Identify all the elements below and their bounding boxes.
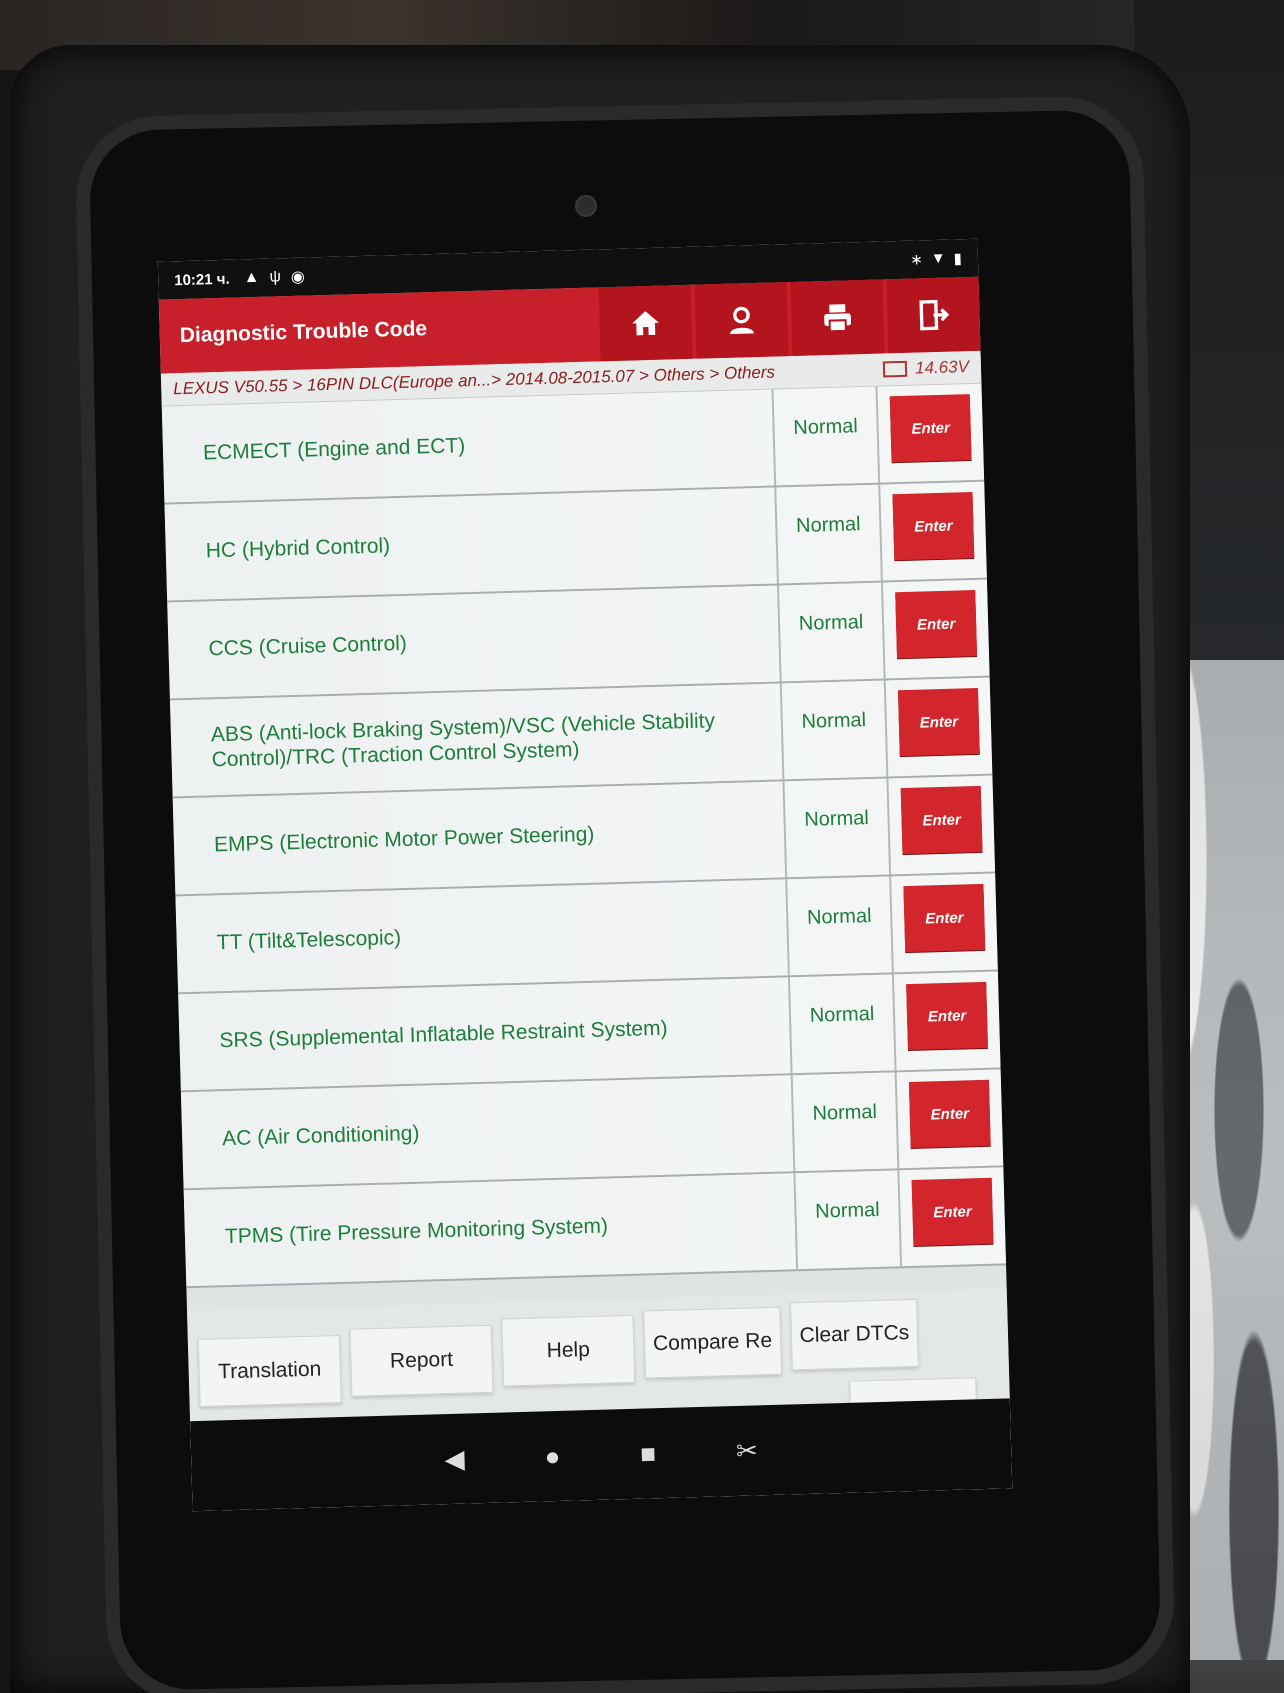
home-button[interactable] (598, 284, 693, 362)
enter-button[interactable]: Enter (897, 687, 980, 757)
tablet-screen: 10:21 ч. ▲ ψ ◉ ∗ ▼ ▮ Diagnostic Trouble … (157, 238, 1013, 1512)
battery-voltage: 14.63V (914, 357, 970, 378)
system-status: Normal (778, 582, 886, 682)
system-status: Normal (781, 680, 889, 780)
wifi-icon: ▼ (930, 249, 946, 268)
enter-button[interactable]: Enter (889, 394, 972, 463)
exit-icon (919, 299, 950, 331)
warning-icon: ▲ (243, 268, 260, 287)
screenshot-icon[interactable]: ✂ (736, 1435, 759, 1467)
help-button[interactable]: Help (501, 1314, 636, 1387)
system-status: Normal (773, 386, 881, 486)
recents-icon[interactable]: ■ (640, 1438, 657, 1469)
enter-button[interactable]: Enter (911, 1177, 994, 1246)
enter-button[interactable]: Enter (900, 785, 983, 855)
user-icon (729, 306, 754, 335)
print-icon (824, 304, 852, 333)
enter-button[interactable]: Enter (892, 492, 975, 561)
enter-button[interactable]: Enter (903, 883, 986, 953)
user-button[interactable] (694, 282, 789, 359)
system-status: Normal (787, 876, 894, 976)
system-name: TT (Tilt&Telescopic) (175, 879, 790, 993)
bluetooth-icon: ∗ (910, 251, 924, 269)
system-status: Normal (795, 1170, 903, 1270)
system-status: Normal (789, 974, 897, 1074)
enter-button[interactable]: Enter (895, 589, 978, 659)
enter-button[interactable]: Enter (906, 981, 988, 1051)
system-name: AC (Air Conditioning) (180, 1075, 796, 1189)
print-button[interactable] (790, 279, 885, 357)
system-status: Normal (784, 778, 892, 878)
system-status: Normal (776, 484, 883, 584)
system-list: ECMECT (Engine and ECT) Normal Enter HC … (161, 383, 1007, 1289)
system-name: ABS (Anti-lock Braking System)/VSC (Vehi… (169, 683, 785, 797)
system-name: SRS (Supplemental Inflatable Restraint S… (178, 977, 793, 1091)
page-title: Diagnostic Trouble Code (179, 317, 428, 348)
battery-voltage-icon (882, 360, 908, 378)
system-name: TPMS (Tire Pressure Monitoring System) (183, 1173, 799, 1287)
system-status: Normal (792, 1072, 900, 1172)
screen-record-icon: ◉ (290, 268, 306, 286)
enter-button[interactable]: Enter (908, 1079, 991, 1149)
front-camera (575, 195, 597, 217)
exit-button[interactable] (886, 276, 981, 354)
usb-debug-icon: ψ (269, 268, 282, 286)
system-name: HC (Hybrid Control) (164, 487, 779, 601)
compare-report-button[interactable]: Compare Re (643, 1306, 783, 1379)
report-button[interactable]: Report (349, 1324, 494, 1397)
clear-dtcs-button[interactable]: Clear DTCs (790, 1298, 919, 1371)
clock: 10:21 ч. (173, 270, 230, 289)
system-name: EMPS (Electronic Motor Power Steering) (172, 781, 788, 895)
system-name: ECMECT (Engine and ECT) (161, 389, 777, 503)
system-name: CCS (Cruise Control) (167, 585, 782, 699)
home-circle-icon[interactable]: ● (544, 1440, 561, 1471)
back-icon[interactable]: ◀ (444, 1443, 465, 1475)
home-icon (632, 311, 659, 336)
battery-icon: ▮ (953, 250, 963, 268)
